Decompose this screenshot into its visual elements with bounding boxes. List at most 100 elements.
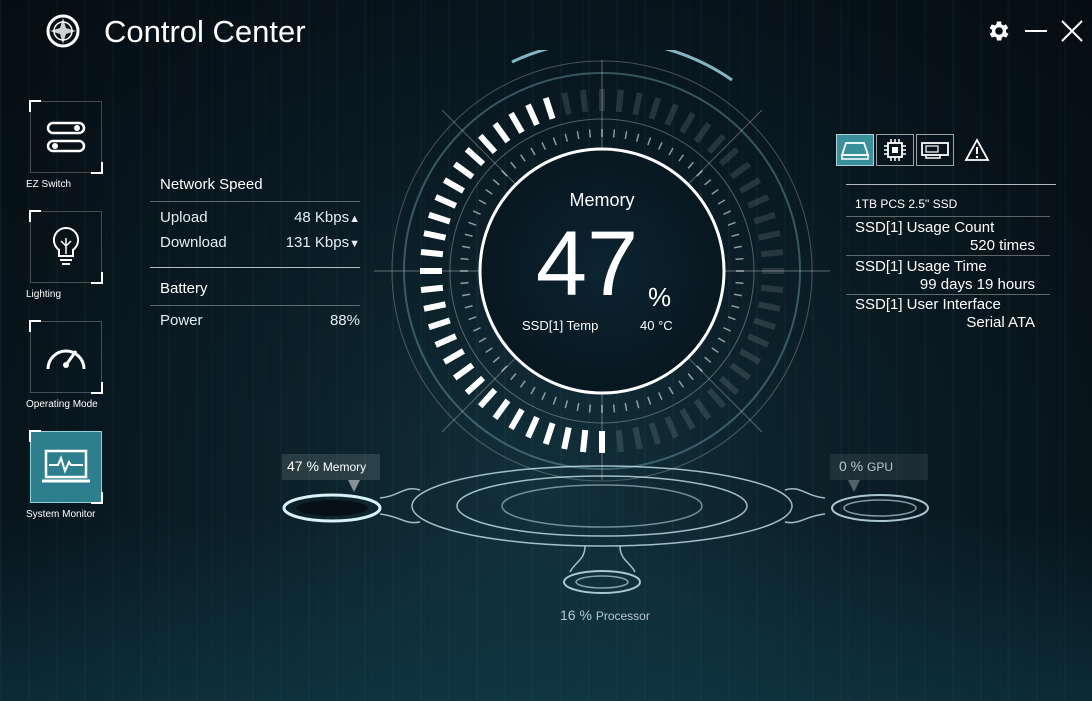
app-logo-icon	[46, 14, 80, 48]
gauge-tick	[464, 233, 473, 238]
gauge-tick	[478, 337, 487, 343]
gauge-tick	[717, 337, 726, 343]
gauge-tick	[687, 373, 694, 381]
device-name: 1TB PCS 2.5" SSD	[855, 197, 958, 211]
interface-label: SSD[1] User Interface	[855, 296, 1001, 313]
gauge-tick	[704, 179, 712, 186]
gauge-tick	[460, 281, 469, 285]
gauge-segment-filled	[420, 248, 444, 258]
gauge-tick	[731, 304, 740, 309]
gauge-segment-empty	[753, 211, 777, 225]
minimize-button[interactable]	[1022, 14, 1050, 48]
gauge-tick	[668, 386, 674, 395]
gauge-tick	[727, 316, 736, 321]
sidebar-item-ez-switch[interactable]: EZ Switch	[22, 100, 110, 190]
upload-row: Upload 48 Kbps▲	[160, 209, 360, 226]
gauge-tick	[727, 221, 736, 226]
gauge-segment-empty	[757, 230, 781, 241]
usage-time-value: 99 days 19 hours	[919, 276, 1035, 293]
power-label: Power	[160, 312, 203, 329]
divider	[846, 216, 1050, 217]
processor-node-name: Processor	[595, 609, 650, 623]
divider	[846, 294, 1050, 295]
gauge-segment-filled	[427, 211, 451, 225]
gauge-tick	[564, 133, 569, 142]
gauge-tick	[717, 199, 726, 205]
gauge-segment-filled	[464, 146, 486, 167]
gauge-tick	[711, 188, 719, 195]
gauge-tick	[687, 161, 694, 169]
gauge-tick	[733, 293, 742, 297]
tab-cpu[interactable]	[876, 134, 914, 166]
divider	[846, 255, 1050, 256]
gpu-node-name: GPU	[867, 460, 894, 474]
gauge-segment-empty	[729, 362, 752, 381]
tab-gpu[interactable]	[916, 134, 954, 166]
gauge-segment-empty	[718, 146, 740, 167]
usage-count-label: SSD[1] Usage Count	[855, 219, 995, 236]
tab-ssd[interactable]	[836, 134, 874, 166]
temp-value: 40 °C	[640, 318, 673, 333]
settings-button[interactable]	[984, 14, 1014, 48]
sidebar-item-system-monitor[interactable]: System Monitor	[22, 430, 110, 520]
gauge-tick	[552, 396, 557, 405]
divider	[150, 305, 360, 306]
gauge-tick	[731, 233, 740, 238]
gauge-tick	[612, 129, 616, 138]
gauge-segment-filled	[423, 301, 447, 312]
gauge-tick	[723, 210, 732, 216]
gauge-unit: %	[648, 282, 672, 312]
gauge-segment-empty	[706, 133, 727, 155]
gauge-tick	[462, 245, 471, 249]
gauge-tick	[635, 133, 640, 142]
gauge-tick	[501, 170, 508, 177]
divider	[150, 201, 360, 202]
gauge-segment-empty	[664, 103, 679, 127]
gauge-segment-filled	[525, 415, 540, 439]
gauge-tick	[657, 392, 663, 401]
gauge-segment-empty	[746, 194, 770, 209]
processor-node-value: 16 %	[560, 607, 592, 623]
gauge-segment-empty	[615, 89, 625, 113]
monitor-pulse-icon	[42, 449, 90, 483]
gauge-segment-empty	[648, 96, 662, 120]
gauge-tick	[696, 365, 703, 372]
tab-warning[interactable]	[958, 134, 996, 166]
close-icon	[1061, 20, 1083, 42]
gauge-segment-empty	[718, 375, 740, 396]
gauge-tick	[492, 356, 500, 363]
download-label: Download	[160, 234, 227, 251]
gauge-tick	[733, 245, 742, 249]
gauge-segment-filled	[442, 177, 465, 194]
gauge-segment-filled	[508, 111, 525, 134]
gauge-tick	[541, 392, 547, 401]
gauge-tick	[735, 281, 744, 285]
gauge-tick	[468, 221, 477, 226]
sidebar-item-operating-mode[interactable]: Operating Mode	[22, 320, 110, 410]
sidebar-item-lighting[interactable]: Lighting	[22, 210, 110, 300]
gauge-segment-filled	[477, 133, 498, 155]
toggle-switches-icon	[46, 121, 86, 153]
cpu-chip-icon	[884, 139, 906, 161]
gauge-tick	[552, 137, 557, 146]
interface-value: Serial ATA	[966, 314, 1035, 331]
gauge-tick	[624, 131, 628, 140]
gauge-segment-empty	[632, 92, 643, 116]
arrow-down-icon: ▼	[349, 238, 360, 250]
gear-icon	[989, 21, 1009, 41]
gauge-segment-empty	[757, 301, 781, 312]
close-button[interactable]	[1058, 14, 1086, 48]
gauge-tick	[472, 210, 481, 216]
gauge-tick	[635, 400, 640, 409]
gauge-segment-filled	[492, 121, 511, 144]
gauge-segment-empty	[706, 387, 727, 409]
gauge-segment-filled	[434, 333, 458, 348]
gauge-segment-filled	[542, 96, 556, 120]
gauge-tick	[530, 147, 536, 156]
gauge-segment-empty	[664, 415, 679, 439]
gauge-tick	[647, 137, 652, 146]
processor-node-label: 16 % Processor	[560, 607, 650, 623]
gauge-segment-empty	[693, 398, 712, 421]
memory-node-name: Memory	[322, 460, 367, 474]
power-row: Power 88%	[160, 312, 360, 329]
